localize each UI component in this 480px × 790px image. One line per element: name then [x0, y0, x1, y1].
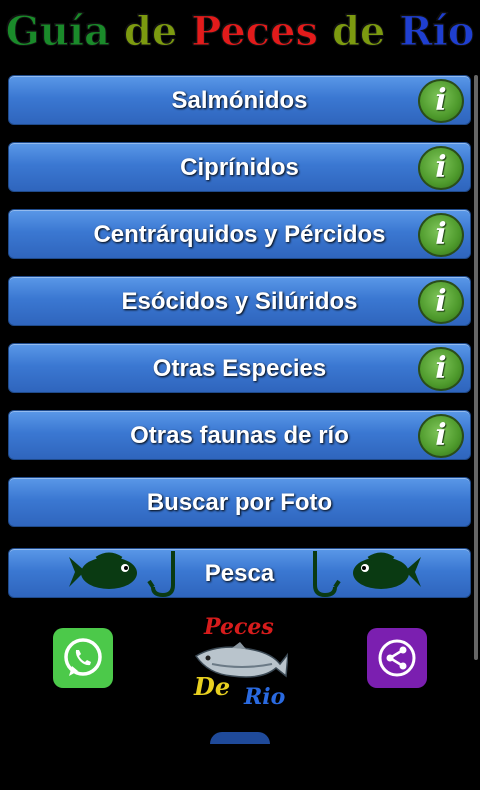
fish-hook-right-icon	[313, 551, 421, 598]
info-icon[interactable]: i	[418, 347, 464, 391]
scrollbar[interactable]	[474, 75, 478, 660]
share-icon[interactable]	[367, 628, 427, 688]
title-word-4: de	[331, 7, 386, 55]
ciprinidos-button[interactable]: Ciprínidos i	[8, 142, 471, 192]
title-word-3: Peces	[191, 7, 319, 55]
button-label: Otras Especies	[152, 355, 327, 382]
info-icon[interactable]: i	[418, 79, 464, 123]
info-icon[interactable]: i	[418, 213, 464, 257]
info-icon[interactable]: i	[418, 414, 464, 458]
info-glyph: i	[435, 217, 447, 252]
info-glyph: i	[435, 351, 447, 386]
info-glyph: i	[435, 150, 447, 185]
whatsapp-glyph-icon	[64, 638, 102, 676]
info-icon[interactable]: i	[418, 146, 464, 190]
button-label: Esócidos y Silúridos	[121, 288, 358, 315]
button-label: Centrárquidos y Pércidos	[93, 221, 386, 248]
title-word-2: de	[123, 7, 178, 55]
app-logo: Peces De Rio	[190, 612, 290, 712]
title-word-5: Río	[399, 7, 475, 55]
app-title: Guía de Peces de Río	[5, 7, 475, 55]
share-glyph-icon	[378, 639, 416, 677]
logo-word-2: De	[194, 672, 231, 701]
button-label: Buscar por Foto	[146, 489, 333, 516]
button-label: Salmónidos	[171, 87, 308, 114]
pesca-button[interactable]: Pesca	[8, 548, 471, 598]
otras-faunas-button[interactable]: Otras faunas de río i	[8, 410, 471, 460]
info-glyph: i	[435, 418, 447, 453]
app-header: Guía de Peces de Río	[0, 0, 480, 62]
button-label: Otras faunas de río	[130, 422, 349, 449]
info-glyph: i	[435, 284, 447, 319]
title-word-1: Guía	[5, 7, 110, 55]
centrarquidos-button[interactable]: Centrárquidos y Pércidos i	[8, 209, 471, 259]
partial-button[interactable]	[210, 732, 270, 744]
button-label: Ciprínidos	[180, 154, 299, 181]
whatsapp-icon[interactable]	[53, 628, 113, 688]
logo-word-3: Rio	[244, 684, 286, 710]
otras-especies-button[interactable]: Otras Especies i	[8, 343, 471, 393]
salmonidos-button[interactable]: Salmónidos i	[8, 75, 471, 125]
buscar-por-foto-button[interactable]: Buscar por Foto	[8, 477, 471, 527]
esocidos-button[interactable]: Esócidos y Silúridos i	[8, 276, 471, 326]
logo-word-1: Peces	[204, 614, 274, 640]
info-glyph: i	[435, 83, 447, 118]
info-icon[interactable]: i	[418, 280, 464, 324]
